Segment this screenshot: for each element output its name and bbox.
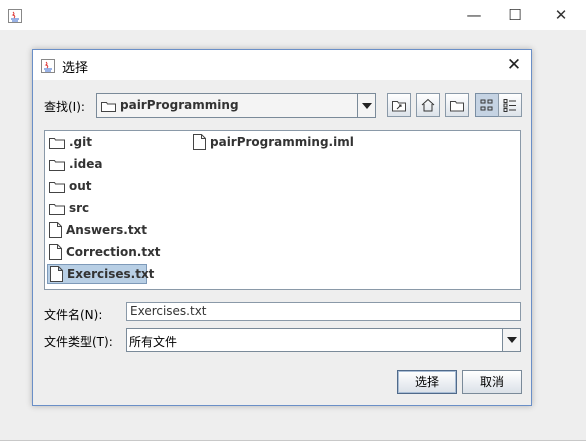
home-button[interactable] (416, 93, 440, 117)
dialog-java-icon (41, 58, 55, 73)
file-type-value: 所有文件 (129, 335, 178, 349)
file-list-item[interactable]: pairProgramming.iml (191, 132, 354, 152)
cancel-button[interactable]: 取消 (462, 370, 522, 394)
window-close-icon[interactable]: ✕ (543, 5, 579, 25)
file-item-label: Correction.txt (66, 245, 161, 259)
file-list-item[interactable]: Correction.txt (47, 242, 161, 262)
file-name-input[interactable]: Exercises.txt (126, 302, 521, 321)
file-icon (49, 222, 62, 238)
file-list[interactable]: .git .idea out src Answers.txt Correction.txt… (44, 130, 521, 290)
folder-list-item[interactable]: src (47, 198, 89, 218)
file-item-label: src (69, 201, 90, 215)
folder-list-item[interactable]: .idea (47, 154, 103, 174)
dialog-close-icon[interactable]: ✕ (503, 54, 525, 76)
folder-icon (49, 203, 65, 215)
folder-list-item[interactable]: out (47, 176, 92, 196)
file-item-label: .git (69, 135, 92, 149)
file-item-label: Exercises.txt (67, 267, 155, 281)
folder-list-item[interactable]: .git (47, 132, 92, 152)
file-type-combo[interactable]: 所有文件 (126, 328, 521, 352)
folder-icon (49, 159, 65, 171)
file-type-label: 文件类型(T): (44, 335, 113, 349)
file-icon (193, 134, 206, 150)
file-icon (50, 266, 63, 282)
home-icon (421, 98, 435, 112)
look-in-dropdown-arrow[interactable] (357, 94, 375, 117)
details-view-icon (503, 99, 516, 112)
java-app-icon (8, 8, 22, 23)
new-folder-button[interactable] (445, 93, 469, 117)
look-in-value: pairProgramming (120, 98, 239, 112)
file-item-label: pairProgramming.iml (210, 135, 354, 149)
minimize-icon[interactable]: — (456, 5, 492, 25)
file-list-item[interactable]: Exercises.txt (47, 264, 154, 284)
folder-icon (49, 137, 65, 149)
look-in-combo[interactable]: pairProgramming (96, 93, 376, 118)
approve-button[interactable]: 选择 (397, 370, 457, 394)
file-item-label: Answers.txt (66, 223, 148, 237)
file-list-item[interactable]: Answers.txt (47, 220, 147, 240)
file-item-label: .idea (69, 157, 103, 171)
up-folder-icon (392, 101, 406, 112)
details-view-button[interactable] (498, 93, 522, 117)
list-view-button[interactable] (475, 93, 499, 117)
file-type-dropdown-arrow[interactable] (502, 329, 520, 351)
list-view-icon (480, 99, 493, 111)
outer-window-titlebar: — ☐ ✕ (0, 0, 586, 30)
dialog-titlebar: 选择 ✕ (33, 50, 531, 80)
folder-icon (101, 102, 116, 112)
file-item-label: out (69, 179, 92, 193)
folder-icon (49, 181, 65, 193)
dialog-title: 选择 (62, 61, 89, 76)
up-one-level-button[interactable] (387, 93, 411, 117)
new-folder-icon (450, 101, 464, 112)
maximize-icon[interactable]: ☐ (497, 5, 533, 25)
look-in-label: 查找(I): (44, 100, 85, 114)
file-icon (49, 244, 62, 260)
file-name-label: 文件名(N): (44, 308, 103, 322)
